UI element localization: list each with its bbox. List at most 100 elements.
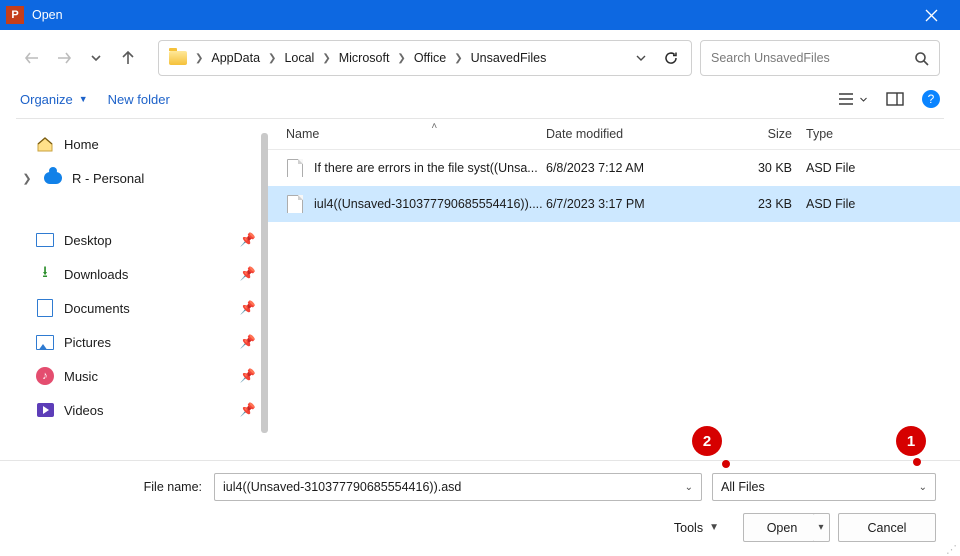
column-header-type[interactable]: Type bbox=[806, 127, 926, 141]
file-name: If there are errors in the file syst((Un… bbox=[314, 161, 538, 175]
tree-item-label: R - Personal bbox=[72, 171, 144, 186]
breadcrumb-segment[interactable]: Office bbox=[412, 49, 448, 67]
tree-item-videos[interactable]: Videos 📌 bbox=[14, 393, 262, 427]
tree-item-home[interactable]: Home bbox=[14, 127, 262, 161]
file-row[interactable]: iul4((Unsaved-310377790685554416))....6/… bbox=[268, 186, 960, 222]
open-button[interactable]: Open bbox=[743, 513, 821, 542]
filename-combo[interactable]: iul4((Unsaved-310377790685554416)).asd ⌄ bbox=[214, 473, 702, 501]
open-button-group: Open ▾ bbox=[743, 513, 830, 542]
annotation-callout-2: 2 bbox=[692, 426, 722, 456]
tree-item-label: Downloads bbox=[64, 267, 128, 282]
scrollbar[interactable] bbox=[261, 133, 268, 433]
pin-icon: 📌 bbox=[240, 334, 256, 350]
tree-item-documents[interactable]: Documents 📌 bbox=[14, 291, 262, 325]
view-options-button[interactable] bbox=[837, 92, 868, 106]
pin-icon: 📌 bbox=[240, 368, 256, 384]
file-size: 23 KB bbox=[704, 197, 806, 211]
pin-icon: 📌 bbox=[240, 266, 256, 282]
toolbar: Organize▼ New folder ? bbox=[0, 86, 960, 118]
pin-icon: 📌 bbox=[240, 300, 256, 316]
file-date: 6/7/2023 3:17 PM bbox=[546, 197, 704, 211]
address-dropdown-button[interactable] bbox=[635, 52, 647, 64]
tree-item-label: Documents bbox=[64, 301, 130, 316]
tree-item-downloads[interactable]: ⭳ Downloads 📌 bbox=[14, 257, 262, 291]
nav-row: ❯ AppData ❯ Local ❯ Microsoft ❯ Office ❯… bbox=[0, 30, 960, 86]
recent-dropdown-button[interactable] bbox=[84, 46, 108, 70]
breadcrumb-segment[interactable]: Microsoft bbox=[337, 49, 392, 67]
chevron-right-icon[interactable]: ❯ bbox=[318, 53, 334, 64]
open-split-button[interactable]: ▾ bbox=[813, 513, 830, 542]
tree-item-label: Videos bbox=[64, 403, 104, 418]
file-type-filter[interactable]: All Files ⌄ bbox=[712, 473, 936, 501]
file-row[interactable]: If there are errors in the file syst((Un… bbox=[268, 150, 960, 186]
tree-item-label: Pictures bbox=[64, 335, 111, 350]
home-icon bbox=[36, 135, 54, 153]
column-header-date[interactable]: Date modified bbox=[546, 127, 704, 141]
file-date: 6/8/2023 7:12 AM bbox=[546, 161, 704, 175]
app-icon: P bbox=[6, 6, 24, 24]
resize-grip[interactable]: ⋰ bbox=[946, 548, 957, 553]
tree-item-music[interactable]: ♪ Music 📌 bbox=[14, 359, 262, 393]
file-type: ASD File bbox=[806, 161, 926, 175]
column-header-name[interactable]: Name ˄ bbox=[286, 127, 546, 141]
tree-item-desktop[interactable]: Desktop 📌 bbox=[14, 223, 262, 257]
back-button[interactable] bbox=[20, 46, 44, 70]
help-button[interactable]: ? bbox=[922, 90, 940, 108]
window-title: Open bbox=[32, 8, 63, 22]
tools-button[interactable]: Tools ▼ bbox=[674, 521, 719, 535]
up-button[interactable] bbox=[116, 46, 140, 70]
search-input[interactable]: Search UnsavedFiles bbox=[700, 40, 940, 76]
tree-item-label: Home bbox=[64, 137, 99, 152]
file-type: ASD File bbox=[806, 197, 926, 211]
sort-indicator-icon: ˄ bbox=[431, 121, 437, 132]
preview-pane-button[interactable] bbox=[886, 92, 904, 106]
preview-pane-icon bbox=[886, 92, 904, 106]
organize-button[interactable]: Organize▼ bbox=[20, 92, 88, 107]
chevron-right-icon[interactable]: ❯ bbox=[264, 53, 280, 64]
tree-item-label: Music bbox=[64, 369, 98, 384]
chevron-down-icon[interactable]: ⌄ bbox=[685, 482, 693, 493]
file-icon bbox=[286, 195, 304, 213]
chevron-down-icon: ▼ bbox=[709, 522, 719, 533]
desktop-icon bbox=[36, 231, 54, 249]
tree-item-label: Desktop bbox=[64, 233, 112, 248]
column-header-size[interactable]: Size bbox=[704, 127, 806, 141]
close-button[interactable] bbox=[908, 0, 954, 30]
breadcrumb-segment[interactable]: AppData bbox=[209, 49, 262, 67]
chevron-right-icon[interactable]: ❯ bbox=[393, 53, 409, 64]
chevron-right-icon[interactable]: ❯ bbox=[20, 172, 34, 185]
breadcrumb-segment[interactable]: Local bbox=[282, 49, 316, 67]
navigation-tree: Home ❯ R - Personal Desktop 📌 ⭳ Download… bbox=[0, 119, 268, 459]
video-icon bbox=[36, 401, 54, 419]
dialog-footer: File name: iul4((Unsaved-310377790685554… bbox=[0, 460, 960, 556]
chevron-down-icon[interactable]: ⌄ bbox=[919, 482, 927, 493]
address-bar[interactable]: ❯ AppData ❯ Local ❯ Microsoft ❯ Office ❯… bbox=[158, 40, 692, 76]
picture-icon bbox=[36, 333, 54, 351]
tree-item-personal[interactable]: ❯ R - Personal bbox=[14, 161, 262, 195]
breadcrumb-segment[interactable]: UnsavedFiles bbox=[469, 49, 549, 67]
filename-label: File name: bbox=[24, 480, 204, 494]
tree-item-pictures[interactable]: Pictures 📌 bbox=[14, 325, 262, 359]
column-headers: Name ˄ Date modified Size Type bbox=[268, 119, 960, 150]
search-placeholder: Search UnsavedFiles bbox=[711, 51, 830, 65]
help-icon: ? bbox=[928, 92, 935, 106]
chevron-down-icon: ▼ bbox=[79, 94, 88, 104]
forward-button[interactable] bbox=[52, 46, 76, 70]
file-size: 30 KB bbox=[704, 161, 806, 175]
cloud-icon bbox=[44, 169, 62, 187]
new-folder-button[interactable]: New folder bbox=[108, 92, 170, 107]
refresh-button[interactable] bbox=[663, 50, 679, 66]
list-icon bbox=[837, 92, 855, 106]
file-list-pane: Name ˄ Date modified Size Type If there … bbox=[268, 119, 960, 459]
chevron-right-icon[interactable]: ❯ bbox=[191, 53, 207, 64]
cancel-button[interactable]: Cancel bbox=[838, 513, 936, 542]
pin-icon: 📌 bbox=[240, 402, 256, 418]
title-bar: P Open bbox=[0, 0, 960, 30]
chevron-right-icon[interactable]: ❯ bbox=[450, 53, 466, 64]
file-icon bbox=[286, 159, 304, 177]
music-icon: ♪ bbox=[36, 367, 54, 385]
filter-value: All Files bbox=[721, 480, 765, 494]
folder-icon bbox=[169, 51, 187, 65]
pin-icon: 📌 bbox=[240, 232, 256, 248]
annotation-callout-1: 1 bbox=[896, 426, 926, 456]
